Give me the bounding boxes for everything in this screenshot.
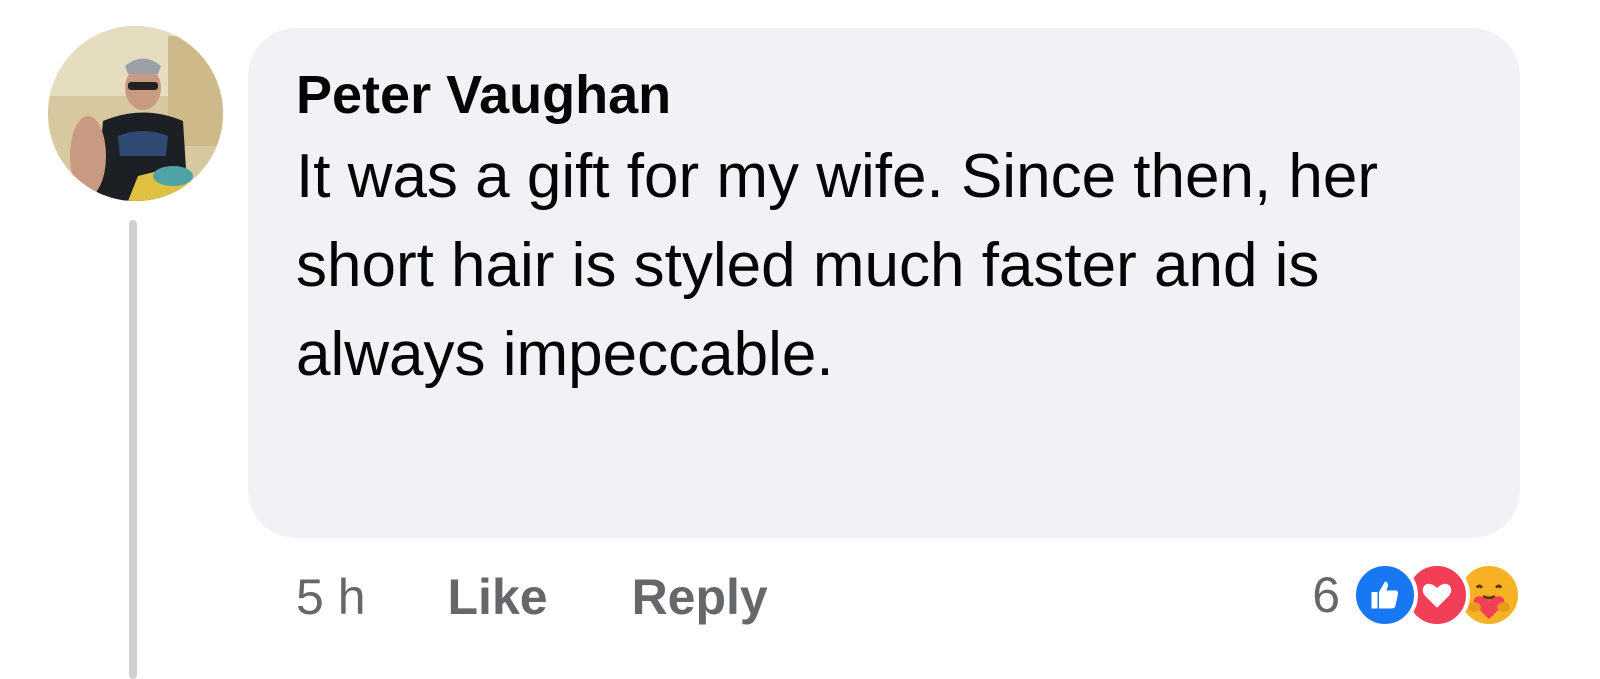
like-icon	[1352, 562, 1418, 628]
comment-bubble: Peter Vaughan It was a gift for my wife.…	[248, 28, 1520, 538]
comment: Peter Vaughan It was a gift for my wife.…	[0, 0, 1600, 679]
like-button[interactable]: Like	[448, 568, 548, 626]
avatar[interactable]	[48, 26, 223, 201]
thread-line	[129, 220, 137, 679]
reaction-icons	[1352, 562, 1522, 628]
reaction-count: 6	[1312, 567, 1340, 623]
comment-text: It was a gift for my wife. Since then, h…	[296, 142, 1379, 389]
reply-button[interactable]: Reply	[632, 568, 768, 626]
comment-actions: 5 h Like Reply	[296, 562, 768, 632]
reactions-summary[interactable]: 6	[1312, 560, 1522, 630]
author-name[interactable]: Peter Vaughan	[296, 62, 1520, 128]
avatar-photo	[48, 26, 223, 201]
timestamp[interactable]: 5 h	[296, 568, 366, 626]
